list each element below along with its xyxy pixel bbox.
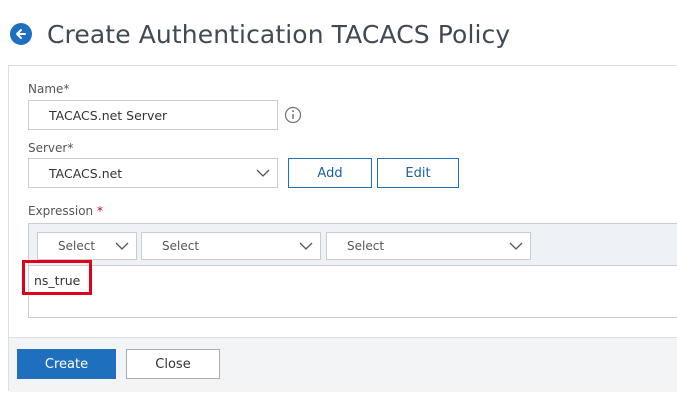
expression-select-1[interactable]: Select bbox=[37, 232, 137, 260]
chevron-down-icon bbox=[256, 169, 270, 177]
expression-required-mark: * bbox=[96, 204, 103, 218]
arrow-left-icon[interactable] bbox=[10, 23, 32, 45]
server-required-mark: * bbox=[67, 141, 74, 155]
page-title: Create Authentication TACACS Policy bbox=[47, 19, 511, 49]
name-label-text: Name bbox=[28, 82, 64, 96]
expression-label-text: Expression bbox=[28, 204, 94, 218]
expression-select-2-value: Select bbox=[162, 239, 200, 253]
name-required-mark: * bbox=[63, 82, 70, 96]
expression-textarea[interactable]: ns_true bbox=[28, 265, 677, 318]
chevron-down-icon bbox=[509, 242, 523, 250]
expression-select-3[interactable]: Select bbox=[326, 232, 531, 260]
server-select-value: TACACS.net bbox=[49, 165, 123, 181]
server-label-text: Server bbox=[28, 141, 68, 155]
chevron-down-icon bbox=[299, 242, 313, 250]
name-input[interactable]: TACACS.net Server bbox=[28, 100, 278, 130]
info-icon[interactable] bbox=[284, 106, 302, 124]
name-input-value: TACACS.net Server bbox=[49, 107, 168, 123]
expression-value: ns_true bbox=[34, 273, 81, 288]
name-label: Name* bbox=[28, 82, 69, 96]
add-server-button[interactable]: Add bbox=[288, 158, 372, 188]
expression-label: Expression * bbox=[28, 204, 103, 218]
close-button[interactable]: Close bbox=[126, 349, 220, 379]
expression-select-3-value: Select bbox=[347, 239, 385, 253]
expression-select-2[interactable]: Select bbox=[141, 232, 321, 260]
expression-select-1-value: Select bbox=[58, 239, 96, 253]
create-button[interactable]: Create bbox=[17, 349, 116, 379]
server-select[interactable]: TACACS.net bbox=[28, 158, 278, 188]
policy-form-panel: Name* TACACS.net Server Server* TACACS.n… bbox=[8, 65, 677, 392]
expression-toolbar: Select Select Select bbox=[28, 223, 677, 265]
form-footer: Create Close bbox=[9, 337, 677, 392]
server-label: Server* bbox=[28, 141, 73, 155]
chevron-down-icon bbox=[115, 242, 129, 250]
edit-server-button[interactable]: Edit bbox=[377, 158, 459, 188]
page-header: Create Authentication TACACS Policy bbox=[10, 14, 510, 54]
